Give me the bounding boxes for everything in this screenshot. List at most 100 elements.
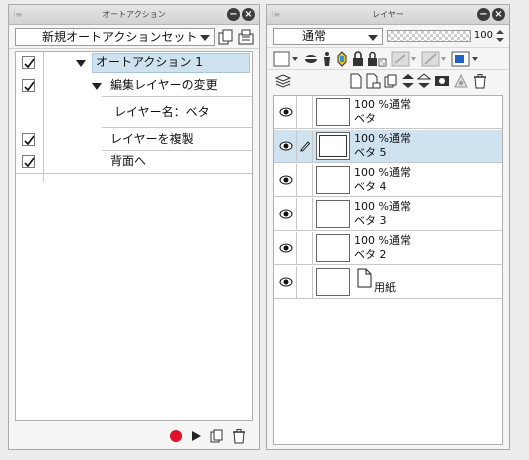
create-mask-icon[interactable]	[434, 73, 450, 89]
action-enable-checkbox[interactable]	[22, 56, 35, 69]
action-enable-checkbox[interactable]	[22, 79, 35, 92]
layer-name: 用紙	[374, 281, 396, 294]
checkmark-icon	[24, 81, 35, 92]
new-layer-folder-icon[interactable]	[383, 73, 399, 89]
layer-thumbnail	[316, 268, 350, 296]
close-icon[interactable]: ×	[242, 8, 255, 21]
delete-trash-icon[interactable]	[231, 428, 247, 444]
blend-mode-select[interactable]: 通常	[273, 28, 383, 45]
draft-layer-icon[interactable]	[336, 51, 348, 67]
panel-grip-icon[interactable]: ⁝≡	[271, 10, 280, 20]
layer-thumbnail	[316, 132, 350, 160]
action-enable-checkbox[interactable]	[22, 133, 35, 146]
mask-enable-icon[interactable]	[391, 51, 417, 67]
layer-list: 100 %通常 ベタ 100 %通常 ベタ 5 100 %通常 ベタ 4 100…	[273, 95, 503, 445]
chevron-down-icon	[368, 35, 378, 41]
clip-lower-layer-icon[interactable]	[303, 52, 319, 66]
layer-row-beta-4[interactable]: 100 %通常 ベタ 4	[274, 164, 502, 197]
expand-triangle-icon[interactable]	[76, 60, 86, 67]
delete-layer-icon[interactable]	[473, 73, 487, 89]
auto-action-title: オートアクション	[102, 10, 166, 19]
apply-mask-icon[interactable]	[453, 73, 469, 89]
lock-layer-icon[interactable]	[352, 51, 364, 67]
visibility-eye-icon[interactable]	[279, 175, 293, 185]
layer-row-beta-3[interactable]: 100 %通常 ベタ 3	[274, 198, 502, 231]
layer-titlebar[interactable]: ⁝≡ レイヤー − ×	[267, 5, 509, 25]
visibility-eye-icon[interactable]	[279, 141, 293, 151]
action-label: 編集レイヤーの変更	[110, 78, 218, 92]
panel-grip-icon[interactable]: ⁝≡	[13, 10, 22, 20]
layer-opacity-mode: 100 %通常	[354, 200, 411, 213]
action-label: オートアクション 1	[96, 55, 203, 69]
layer-toolbar-1	[267, 47, 509, 69]
auto-action-panel: ⁝≡ オートアクション − × 新規オートアクションセット オートアクション 1…	[8, 4, 260, 450]
play-icon[interactable]	[189, 429, 203, 443]
reference-layer-icon[interactable]	[321, 51, 333, 67]
action-label: レイヤーを複製	[110, 132, 194, 146]
ruler-enable-icon[interactable]	[421, 51, 447, 67]
action-label: 背面へ	[110, 154, 147, 168]
layer-stack-icon[interactable]	[275, 73, 291, 89]
layer-thumbnail	[316, 200, 350, 228]
layer-color-palette-icon[interactable]	[451, 51, 479, 67]
layer-toolbar-2	[267, 69, 509, 91]
layer-thumbnail	[316, 234, 350, 262]
layer-row-paper[interactable]: 用紙	[274, 266, 502, 299]
layer-panel: ⁝≡ レイヤー − × 通常 100 100 %通常 ベタ 100 %通常 ベタ…	[266, 4, 510, 450]
visibility-eye-icon[interactable]	[279, 243, 293, 253]
visibility-eye-icon[interactable]	[279, 277, 293, 287]
opacity-spinner-icon[interactable]	[495, 28, 505, 44]
action-item-layer-name[interactable]: レイヤー名：ベタ	[16, 98, 252, 128]
checkmark-icon	[24, 157, 35, 168]
layer-color-icon[interactable]	[273, 51, 299, 67]
visibility-eye-icon[interactable]	[279, 107, 293, 117]
layer-panel-title: レイヤー	[372, 10, 404, 19]
editing-pen-icon	[300, 141, 311, 152]
layer-row-beta-2[interactable]: 100 %通常 ベタ 2	[274, 232, 502, 265]
auto-action-list: オートアクション 1 編集レイヤーの変更 レイヤー名：ベタ レイヤーを複製 背面…	[15, 51, 253, 421]
action-set-select[interactable]: 新規オートアクションセット	[15, 28, 215, 46]
layer-row-beta[interactable]: 100 %通常 ベタ	[274, 96, 502, 129]
layer-thumbnail	[316, 166, 350, 194]
blend-mode-value: 通常	[302, 29, 327, 43]
minimize-icon[interactable]: −	[477, 8, 490, 21]
auto-action-footer	[169, 427, 259, 445]
action-set-select-value: 新規オートアクションセット	[42, 30, 198, 44]
new-raster-layer-icon[interactable]	[349, 73, 363, 89]
action-param-label: レイヤー名：ベタ	[114, 105, 210, 119]
new-vector-layer-icon[interactable]	[365, 73, 381, 89]
checkmark-icon	[24, 135, 35, 146]
duplicate-set-icon[interactable]	[217, 28, 235, 46]
transfer-to-lower-layer-icon[interactable]	[401, 73, 415, 89]
layer-opacity-mode: 100 %通常	[354, 166, 411, 179]
chevron-down-icon	[200, 35, 210, 41]
duplicate-action-icon[interactable]	[209, 428, 225, 444]
close-icon[interactable]: ×	[492, 8, 505, 21]
layer-opacity-mode: 100 %通常	[354, 234, 411, 247]
layer-row-beta-5[interactable]: 100 %通常 ベタ 5	[274, 130, 502, 163]
layer-name: ベタ 3	[354, 214, 387, 227]
record-icon[interactable]	[169, 429, 183, 443]
layer-name: ベタ	[354, 112, 376, 125]
layer-thumbnail	[316, 98, 350, 126]
opacity-value: 100	[473, 30, 493, 41]
auto-action-titlebar[interactable]: ⁝≡ オートアクション − ×	[9, 5, 259, 25]
lock-transparent-pixels-icon[interactable]	[367, 51, 387, 67]
action-item-duplicate-layer[interactable]: レイヤーを複製	[16, 129, 252, 151]
opacity-slider[interactable]	[387, 30, 471, 42]
paper-layer-icon	[357, 268, 372, 288]
merge-to-lower-layer-icon[interactable]	[417, 73, 431, 89]
visibility-eye-icon[interactable]	[279, 209, 293, 219]
layer-opacity-mode: 100 %通常	[354, 98, 411, 111]
action-item-change-edit-layer[interactable]: 編集レイヤーの変更	[16, 75, 252, 97]
expand-triangle-icon[interactable]	[92, 83, 102, 90]
checkmark-icon	[24, 58, 35, 69]
layer-opacity-mode: 100 %通常	[354, 132, 411, 145]
layer-name: ベタ 4	[354, 180, 387, 193]
action-enable-checkbox[interactable]	[22, 155, 35, 168]
minimize-icon[interactable]: −	[227, 8, 240, 21]
action-item-auto-action-1[interactable]: オートアクション 1	[16, 52, 252, 74]
material-set-icon[interactable]	[237, 28, 255, 46]
layer-name: ベタ 5	[354, 146, 387, 159]
action-item-move-back[interactable]: 背面へ	[16, 151, 252, 173]
